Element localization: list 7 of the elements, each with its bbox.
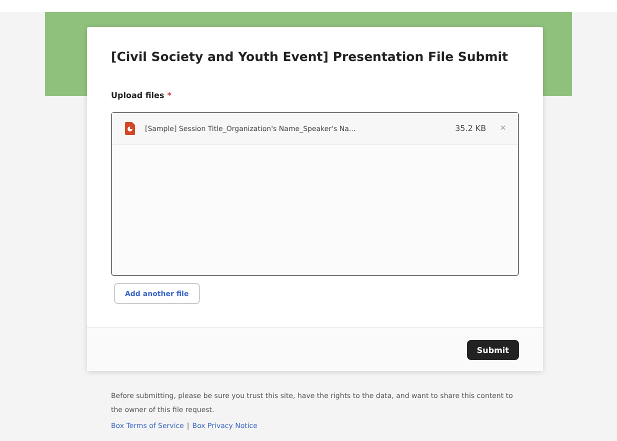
file-size: 35.2 KB — [455, 124, 486, 133]
form-title: [Civil Society and Youth Event] Presentation File Submit — [111, 49, 510, 64]
presentation-file-icon — [125, 122, 135, 135]
submit-button[interactable]: Submit — [466, 340, 519, 360]
upload-label: Upload files — [111, 91, 164, 100]
required-mark: * — [167, 91, 172, 100]
remove-button[interactable]: × — [500, 123, 506, 134]
